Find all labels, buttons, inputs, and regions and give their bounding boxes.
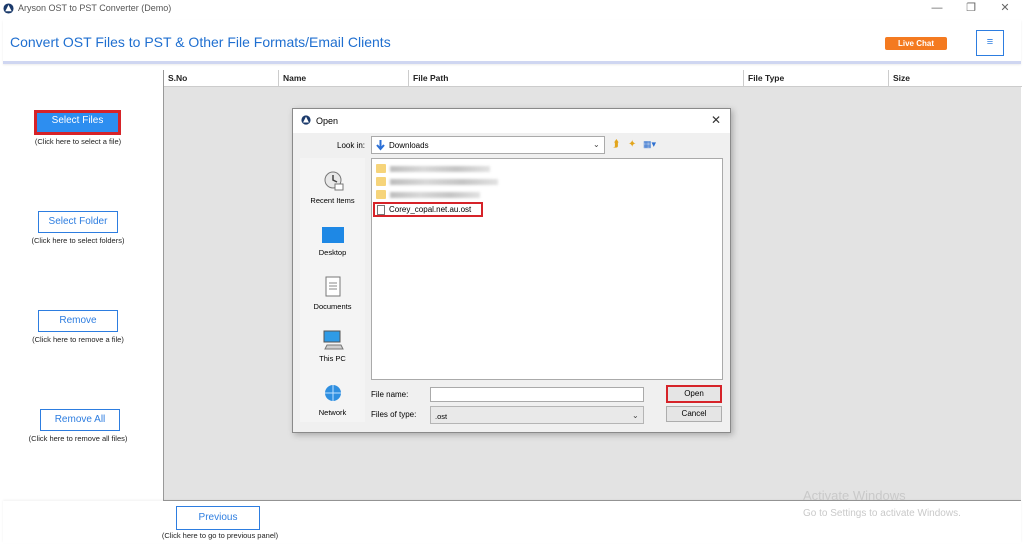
minimize-button[interactable]: —: [922, 0, 952, 18]
previous-button[interactable]: Previous: [176, 506, 260, 530]
column-header-file-path[interactable]: File Path: [408, 70, 448, 87]
new-folder-icon[interactable]: ✦: [628, 139, 636, 150]
list-item-ost-file[interactable]: Corey_copal.net.au.ost: [373, 202, 483, 217]
look-in-value: Downloads: [389, 141, 429, 150]
place-label: Network: [318, 408, 347, 417]
chevron-down-icon: ⌄: [632, 411, 639, 420]
close-icon[interactable]: ✕: [711, 113, 721, 127]
computer-icon: [323, 330, 344, 350]
place-desktop[interactable]: Desktop: [300, 226, 365, 257]
live-chat-button[interactable]: Live Chat: [885, 37, 947, 50]
remove-button[interactable]: Remove: [38, 310, 118, 332]
select-folder-button[interactable]: Select Folder: [38, 211, 118, 233]
window-title: Aryson OST to PST Converter (Demo): [18, 3, 172, 13]
place-label: Documents: [313, 302, 352, 311]
column-header-name[interactable]: Name: [278, 70, 306, 87]
look-in-dropdown[interactable]: Downloads ⌄: [371, 136, 605, 154]
remove-all-hint: (Click here to remove all files): [28, 434, 128, 443]
remove-all-button[interactable]: Remove All: [40, 409, 120, 431]
file-type-value: .ost: [435, 412, 448, 421]
file-name: Corey_copal.net.au.ost: [389, 205, 472, 214]
folder-icon: [376, 177, 386, 186]
remove-hint: (Click here to remove a file): [32, 335, 124, 344]
download-arrow-icon: [376, 140, 385, 151]
file-type-dropdown[interactable]: .ost ⌄: [430, 406, 644, 424]
folder-icon: [376, 164, 386, 173]
previous-hint: (Click here to go to previous panel): [161, 531, 279, 540]
blurred-folder-item[interactable]: [376, 177, 506, 187]
desktop-icon: [321, 227, 344, 243]
file-type-label: Files of type:: [371, 410, 417, 419]
column-header-file-type[interactable]: File Type: [743, 70, 784, 87]
file-name-input[interactable]: [430, 387, 644, 402]
look-in-label: Look in:: [337, 141, 366, 150]
select-files-button[interactable]: Select Files: [34, 110, 121, 135]
page-title: Convert OST Files to PST & Other File Fo…: [10, 34, 391, 50]
app-header: Convert OST Files to PST & Other File Fo…: [3, 20, 1021, 64]
title-bar: Aryson OST to PST Converter (Demo) — ❐ ✕: [0, 0, 1024, 18]
select-files-hint: (Click here to select a file): [34, 137, 122, 146]
place-label: This PC: [319, 354, 346, 363]
activate-windows-title: Activate Windows: [803, 488, 906, 503]
file-icon: [377, 205, 385, 215]
places-bar: Recent Items Desktop Documents This PC N…: [300, 158, 365, 422]
place-network[interactable]: Network: [300, 384, 365, 417]
select-folder-hint: (Click here to select folders): [31, 236, 125, 245]
activate-windows-subtitle: Go to Settings to activate Windows.: [803, 508, 961, 519]
dialog-title-bar: Open ✕: [293, 109, 730, 133]
network-globe-icon: [324, 385, 341, 401]
blurred-folder-item[interactable]: [376, 190, 486, 200]
blurred-folder-item[interactable]: [376, 164, 496, 174]
documents-icon: [325, 276, 340, 297]
up-folder-icon[interactable]: ⮭: [613, 139, 619, 150]
open-button[interactable]: Open: [666, 385, 722, 403]
place-label: Recent Items: [310, 196, 355, 205]
app-logo-icon: [3, 3, 14, 14]
file-list[interactable]: Corey_copal.net.au.ost: [371, 158, 723, 380]
recent-items-icon: [324, 171, 343, 191]
place-documents[interactable]: Documents: [300, 276, 365, 311]
column-header-size[interactable]: Size: [888, 70, 910, 87]
dialog-title: Open: [316, 116, 339, 126]
place-label: Desktop: [318, 248, 347, 257]
app-logo-icon: [301, 115, 311, 125]
place-recent-items[interactable]: Recent Items: [300, 170, 365, 205]
view-menu-icon[interactable]: ▦▾: [643, 139, 656, 150]
place-this-pc[interactable]: This PC: [300, 330, 365, 363]
cancel-button[interactable]: Cancel: [666, 406, 722, 422]
hamburger-menu-icon[interactable]: ≡: [976, 30, 1004, 56]
restore-button[interactable]: ❐: [956, 0, 986, 18]
folder-icon: [376, 190, 386, 199]
table-header: S.No Name File Path File Type Size: [164, 70, 1022, 87]
open-file-dialog: Open ✕ Look in: Downloads ⌄ ⮭ ✦ ▦▾ Recen…: [292, 108, 731, 433]
file-name-label: File name:: [371, 390, 409, 399]
column-header-sno[interactable]: S.No: [164, 70, 187, 87]
chevron-down-icon: ⌄: [593, 140, 600, 149]
close-window-button[interactable]: ✕: [990, 0, 1020, 18]
